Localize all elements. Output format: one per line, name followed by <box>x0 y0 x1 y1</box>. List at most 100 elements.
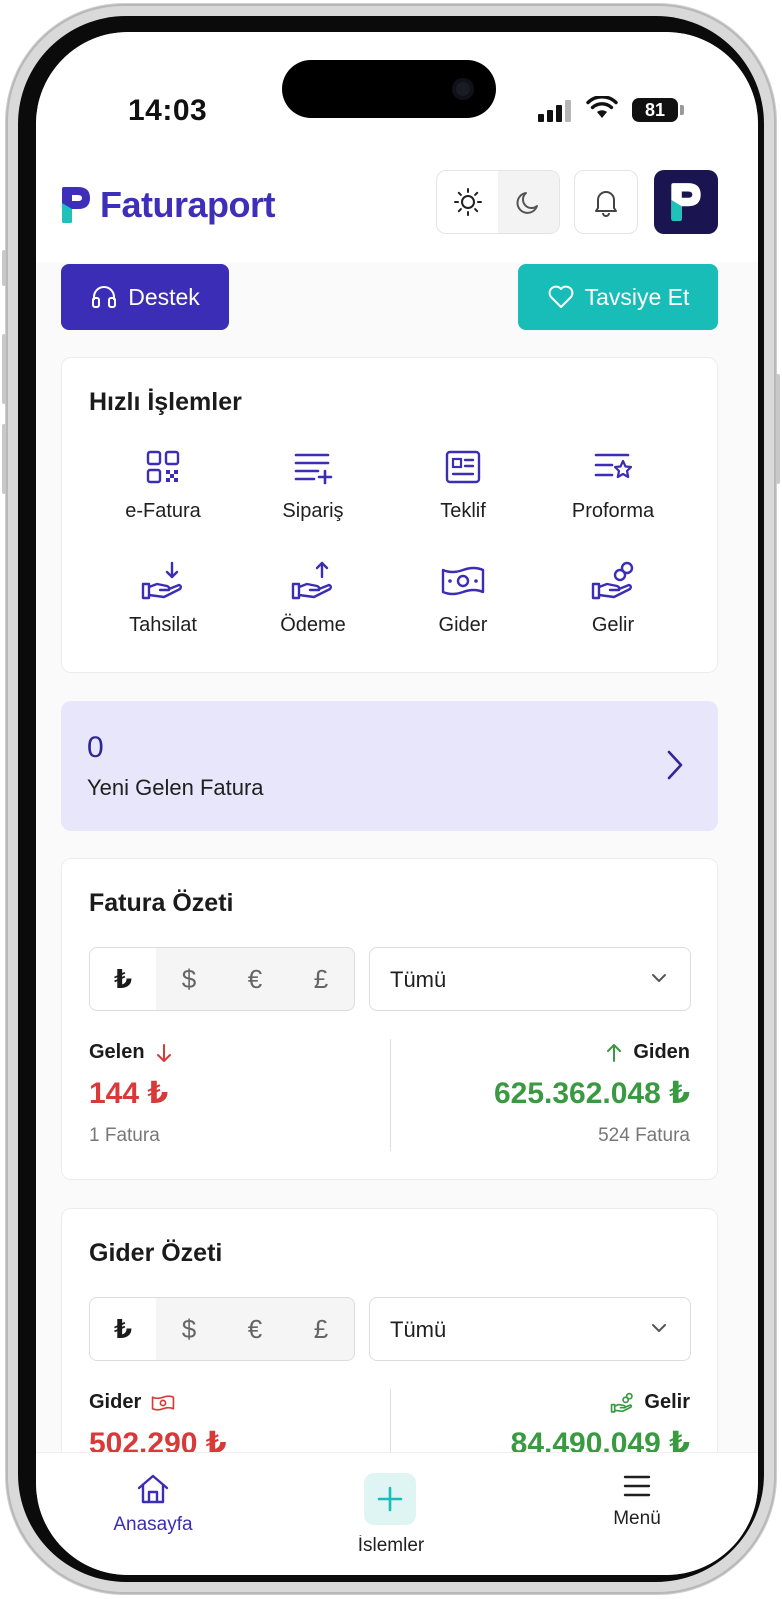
brand-name: Faturaport <box>100 184 276 225</box>
nav-home[interactable]: Anasayfa <box>108 1473 198 1536</box>
incoming-amount: 144 ₺ <box>89 1077 169 1110</box>
currency-selector: ₺ $ € £ <box>89 947 355 1011</box>
invoice-summary-title: Fatura Özeti <box>89 889 234 917</box>
incoming-heading: Gelen <box>89 1041 145 1063</box>
light-mode-button[interactable] <box>437 171 498 233</box>
incoming-invoices-banner[interactable]: 0 Yeni Gelen Fatura <box>61 701 718 831</box>
quick-action-label: e-Fatura <box>125 500 201 522</box>
outgoing-column: Giden 625.362.048 ₺ 524 Fatura <box>494 1041 690 1147</box>
quick-action-tahsilat[interactable]: Tahsilat <box>88 558 238 654</box>
cellular-signal-icon <box>538 100 574 122</box>
currency-usd[interactable]: $ <box>156 948 222 1010</box>
quick-action-e-fatura[interactable]: e-Fatura <box>88 444 238 540</box>
camera-icon <box>452 78 474 100</box>
document-card-icon <box>445 450 481 484</box>
recommend-button[interactable]: Tavsiye Et <box>518 264 718 330</box>
currency-eur[interactable]: € <box>222 1298 288 1360</box>
moon-icon <box>516 192 538 214</box>
quick-actions-grid: e-Fatura Sipariş Teklif Proforma Tahsila… <box>88 444 688 654</box>
qr-code-icon <box>146 450 180 484</box>
currency-eur[interactable]: € <box>222 948 288 1010</box>
avatar[interactable] <box>654 170 718 234</box>
hand-coins-icon <box>611 1392 634 1413</box>
income-heading: Gelir <box>644 1391 690 1413</box>
column-divider <box>390 1039 391 1151</box>
dark-mode-button[interactable] <box>498 171 559 233</box>
quick-action-label: Gelir <box>591 614 635 636</box>
notifications-button[interactable] <box>574 170 638 234</box>
quick-action-label: Ödeme <box>280 614 346 636</box>
currency-try[interactable]: ₺ <box>90 948 156 1010</box>
battery-indicator: 81 <box>632 98 678 122</box>
volume-up-button <box>2 334 6 404</box>
headset-icon <box>92 286 117 308</box>
volume-down-button <box>2 424 6 494</box>
screen: 14:03 81 Faturaport Destek Tavsiye Et Hı… <box>36 32 758 1575</box>
quick-action-label: Proforma <box>571 500 655 522</box>
incoming-column: Gelen 144 ₺ 1 Fatura <box>89 1041 173 1147</box>
income-column: Gelir 84.490.049 ₺ <box>511 1391 690 1461</box>
sun-icon <box>453 188 482 216</box>
select-value: Tümü <box>390 967 447 992</box>
list-star-icon <box>594 453 633 479</box>
hand-receive-icon <box>141 561 182 600</box>
heart-icon <box>548 285 573 308</box>
home-icon <box>137 1474 169 1504</box>
power-button <box>776 374 780 484</box>
nav-menu[interactable]: Menü <box>592 1473 682 1530</box>
quick-action-teklif[interactable]: Teklif <box>388 444 538 540</box>
recommend-label: Tavsiye Et <box>584 283 690 310</box>
dynamic-island <box>282 60 496 118</box>
theme-toggle[interactable] <box>436 170 560 234</box>
currency-gbp[interactable]: £ <box>288 1298 354 1360</box>
quick-action-gider[interactable]: Gider <box>388 558 538 654</box>
quick-action-proforma[interactable]: Proforma <box>538 444 688 540</box>
list-add-icon <box>294 453 333 485</box>
expense-summary-title: Gider Özeti <box>89 1239 223 1267</box>
chevron-right-icon <box>667 750 683 780</box>
phone-frame: 14:03 81 Faturaport Destek Tavsiye Et Hı… <box>2 4 780 1594</box>
quick-actions-title: Hızlı İşlemler <box>89 388 242 416</box>
hand-send-icon <box>291 561 332 600</box>
nav-menu-label: Menü <box>613 1508 661 1529</box>
quick-action-label: Tahsilat <box>129 614 197 636</box>
currency-gbp[interactable]: £ <box>288 948 354 1010</box>
quick-action-odeme[interactable]: Ödeme <box>238 558 388 654</box>
currency-usd[interactable]: $ <box>156 1298 222 1360</box>
outgoing-invoice-count: 524 Fatura <box>598 1125 690 1146</box>
support-label: Destek <box>128 283 200 310</box>
faturaport-logo-icon <box>62 187 90 223</box>
nav-home-label: Anasayfa <box>113 1514 193 1535</box>
status-bar: 14:03 81 <box>36 32 758 162</box>
arrow-up-icon <box>607 1043 622 1062</box>
quick-action-label: Teklif <box>440 500 486 522</box>
banknote-icon <box>151 1394 175 1411</box>
quick-action-label: Sipariş <box>282 500 344 522</box>
wifi-icon <box>586 96 618 118</box>
select-value: Tümü <box>390 1317 447 1342</box>
hamburger-menu-icon <box>623 1475 651 1497</box>
incoming-label: Yeni Gelen Fatura <box>87 775 264 800</box>
bottom-nav: Anasayfa İşlemler Menü <box>36 1452 758 1575</box>
currency-try[interactable]: ₺ <box>90 1298 156 1360</box>
quick-actions-card: Hızlı İşlemler e-Fatura Sipariş Teklif P… <box>61 357 718 673</box>
currency-selector: ₺ $ € £ <box>89 1297 355 1361</box>
support-button[interactable]: Destek <box>61 264 229 330</box>
mute-switch <box>2 250 6 286</box>
chevron-down-icon <box>652 974 666 982</box>
faturaport-avatar-logo <box>671 183 701 221</box>
chevron-down-icon <box>652 1324 666 1332</box>
outgoing-amount: 625.362.048 ₺ <box>493 1077 690 1110</box>
quick-action-gelir[interactable]: Gelir <box>538 558 688 654</box>
nav-add-button[interactable] <box>364 1473 416 1525</box>
quick-action-label: Gider <box>438 614 488 636</box>
invoice-filter-select[interactable]: Tümü <box>369 947 691 1011</box>
status-time: 14:03 <box>128 94 208 127</box>
banknote-icon <box>441 566 485 596</box>
brand-logo[interactable]: Faturaport <box>60 184 276 226</box>
hand-coins-icon <box>591 561 634 600</box>
expense-filter-select[interactable]: Tümü <box>369 1297 691 1361</box>
incoming-invoice-count: 1 Fatura <box>89 1125 160 1146</box>
quick-action-siparis[interactable]: Sipariş <box>238 444 388 540</box>
expense-heading: Gider <box>89 1391 142 1413</box>
